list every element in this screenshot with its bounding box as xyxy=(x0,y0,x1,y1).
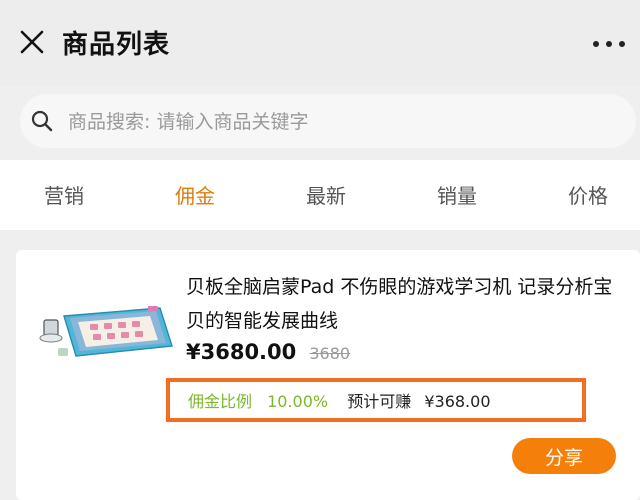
search-input[interactable] xyxy=(66,94,590,150)
share-button[interactable]: 分享 xyxy=(512,438,616,474)
estimated-earnings-value: ¥368.00 xyxy=(424,392,491,411)
sort-tabs: 营销 佣金 最新 销量 价格 xyxy=(0,160,640,230)
product-title[interactable]: 贝板全脑启蒙Pad 不伤眼的游戏学习机 记录分析宝贝的智能发展曲线 xyxy=(186,270,626,338)
commission-label: 佣金比例 xyxy=(188,392,253,411)
top-bar: 商品列表 xyxy=(0,0,640,86)
page-title: 商品列表 xyxy=(62,30,171,60)
tab-commission[interactable]: 佣金 xyxy=(175,180,215,209)
price-row: ¥3680.00 3680 xyxy=(186,340,350,364)
commission-info: 佣金比例 10.00% 预计可赚 ¥368.00 xyxy=(188,388,491,412)
commission-rate: 10.00% xyxy=(267,392,329,411)
commission-highlight-box: 佣金比例 10.00% 预计可赚 ¥368.00 xyxy=(166,378,586,422)
tab-price[interactable]: 价格 xyxy=(568,180,608,209)
close-icon[interactable] xyxy=(18,28,46,56)
current-price: ¥3680.00 xyxy=(186,340,297,364)
product-image[interactable] xyxy=(38,298,178,364)
more-icon[interactable] xyxy=(592,40,626,48)
tab-newest[interactable]: 最新 xyxy=(306,180,346,209)
tab-marketing[interactable]: 营销 xyxy=(44,180,84,209)
product-card[interactable]: 贝板全脑启蒙Pad 不伤眼的游戏学习机 记录分析宝贝的智能发展曲线 ¥3680.… xyxy=(16,250,640,500)
estimated-earnings-label: 预计可赚 xyxy=(347,392,412,411)
original-price: 3680 xyxy=(309,344,351,363)
search-bar[interactable] xyxy=(20,94,636,150)
search-icon xyxy=(31,110,53,132)
tab-sales[interactable]: 销量 xyxy=(437,180,477,209)
